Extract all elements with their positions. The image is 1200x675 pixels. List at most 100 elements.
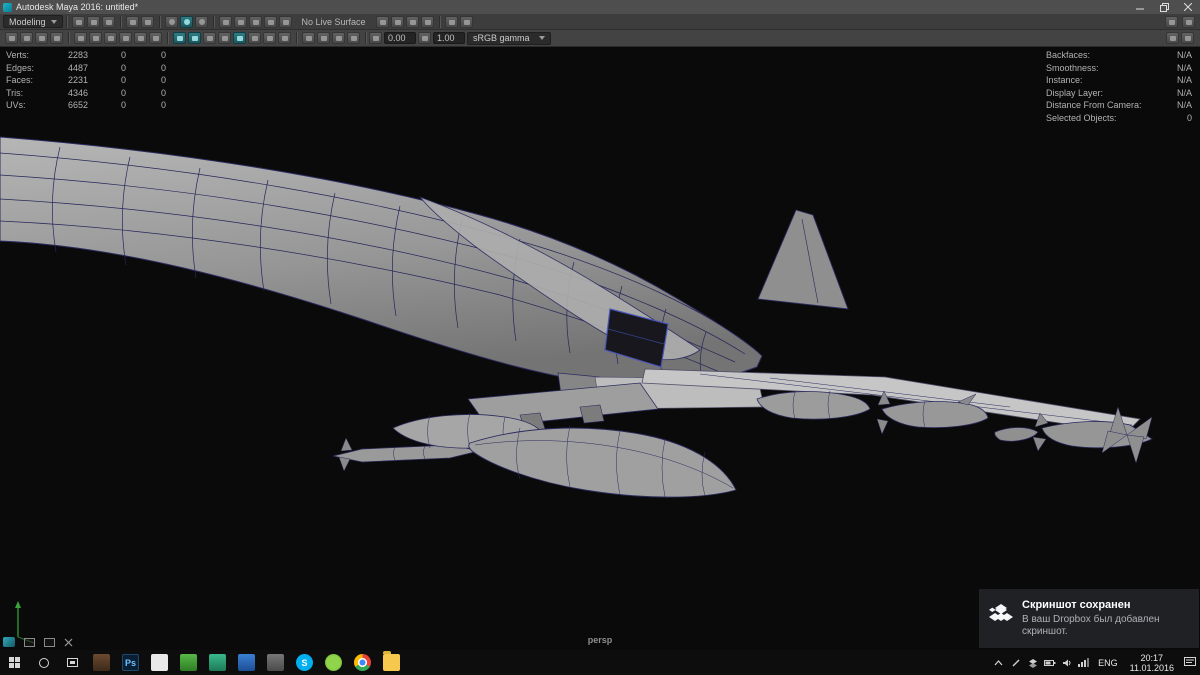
taskbar-clock[interactable]: 20:17 11.01.2016 [1124,653,1180,673]
snap-to-curve-icon[interactable] [233,15,247,28]
taskbar-app-1[interactable] [87,650,116,675]
layout-pane-icon[interactable] [44,637,55,647]
restore-button[interactable] [1152,0,1176,14]
sidebar-toggle-icon[interactable] [1165,15,1178,28]
grid-toggle-icon[interactable] [119,32,132,44]
use-all-lights-icon[interactable] [218,32,231,44]
make-live-icon[interactable] [278,15,292,28]
hud-row: Selected Objects: 0 [1046,112,1192,123]
snap-to-plane-icon[interactable] [263,15,277,28]
search-icon [38,657,49,668]
dropbox-notification[interactable]: Скриншот сохранен В ваш Dropbox был доба… [979,589,1199,648]
wireframe-icon[interactable] [173,32,186,44]
start-button[interactable] [0,650,29,675]
taskbar-app-5[interactable] [203,650,232,675]
bookmark-icon[interactable] [50,32,63,44]
save-scene-icon[interactable] [101,15,115,28]
shadows-icon[interactable] [104,32,117,44]
ipr-render-icon[interactable] [420,15,434,28]
tray-battery-button[interactable] [1041,659,1058,667]
tray-pen-button[interactable] [1007,658,1024,668]
search-button[interactable] [29,650,58,675]
close-button[interactable] [1176,0,1200,14]
construction-history-icon[interactable] [375,15,389,28]
undo-icon[interactable] [125,15,139,28]
snap-to-grid-icon[interactable] [218,15,232,28]
app-icon-6 [238,654,255,671]
resolution-gate-icon[interactable] [149,32,162,44]
taskbar-app-4[interactable] [174,650,203,675]
separator [167,32,168,44]
minimize-button[interactable] [1128,0,1152,14]
language-indicator[interactable]: ENG [1092,658,1124,668]
camera-attributes-icon[interactable] [35,32,48,44]
tray-network-button[interactable] [1075,658,1092,667]
color-space-dropdown[interactable]: sRGB gamma [467,31,551,45]
taskbar-app-9[interactable] [319,650,348,675]
taskbar-app-explorer[interactable] [377,650,406,675]
snap-to-point-icon[interactable] [248,15,262,28]
depth-of-field-icon[interactable] [347,32,360,44]
hypershade-icon[interactable] [459,15,473,28]
open-scene-icon[interactable] [86,15,100,28]
default-material-icon[interactable] [263,32,276,44]
layout-pane-icon[interactable] [24,637,35,647]
channel-box-toggle-icon[interactable] [1166,32,1179,44]
render-current-frame-icon[interactable] [405,15,419,28]
redo-icon[interactable] [140,15,154,28]
task-view-button[interactable] [58,650,87,675]
taskbar-app-7[interactable] [261,650,290,675]
taskbar-app-6[interactable] [232,650,261,675]
select-by-object-icon[interactable] [179,15,193,28]
titlebar[interactable]: Autodesk Maya 2016: untitled* [0,0,1200,14]
status-line: Modeling No Live Surface [0,14,1200,30]
workspace-layout-icon[interactable] [1182,15,1195,28]
image-plane-icon[interactable] [74,32,87,44]
screen-space-ao-icon[interactable] [302,32,315,44]
tray-dropbox-button[interactable] [1024,658,1041,668]
show-hidden-icons-button[interactable] [990,659,1007,666]
multisample-aa-icon[interactable] [332,32,345,44]
exposure-icon[interactable] [369,32,382,44]
textured-icon[interactable] [203,32,216,44]
gamma-icon[interactable] [418,32,431,44]
taskbar-app-photoshop[interactable]: Ps [116,650,145,675]
lock-camera-icon[interactable] [20,32,33,44]
film-gate-icon[interactable] [134,32,147,44]
separator [119,15,121,28]
app-icon-4 [180,654,197,671]
wireframe-on-shaded-icon[interactable] [233,32,246,44]
exposure-field[interactable]: 0.00 [384,32,416,44]
render-settings-icon[interactable] [444,15,458,28]
attribute-editor-toggle-icon[interactable] [1181,32,1194,44]
close-icon[interactable] [64,638,73,647]
in-view-editor-icon[interactable] [3,637,15,647]
gamma-field[interactable]: 1.00 [433,32,465,44]
app-icon-5 [209,654,226,671]
hud-row: Edges: 4487 0 0 [6,62,166,73]
viewport-canvas[interactable] [0,47,1200,650]
tray-volume-button[interactable] [1058,658,1075,668]
select-by-hierarchy-icon[interactable] [164,15,178,28]
shaded-icon[interactable] [188,32,201,44]
clock-time: 20:17 [1140,652,1164,663]
pen-icon [1012,658,1020,667]
color-space-label: sRGB gamma [473,33,530,43]
motion-blur-icon[interactable] [317,32,330,44]
select-by-component-icon[interactable] [194,15,208,28]
aircraft-model[interactable] [0,136,1153,498]
skype-icon: S [296,654,313,671]
perspective-viewport[interactable]: Verts: 2283 0 0 Edges: 4487 0 0 Faces: 2… [0,47,1200,650]
taskbar-app-chrome[interactable] [348,650,377,675]
two-sided-lighting-icon[interactable] [89,32,102,44]
open-render-view-icon[interactable] [390,15,404,28]
menuset-dropdown[interactable]: Modeling [3,15,63,28]
action-center-button[interactable] [1180,657,1200,668]
isolate-select-icon[interactable] [278,32,291,44]
taskbar-app-skype[interactable]: S [290,650,319,675]
new-scene-icon[interactable] [71,15,85,28]
xray-icon[interactable] [248,32,261,44]
separator [212,15,214,28]
taskbar-app-3[interactable] [145,650,174,675]
select-camera-icon[interactable] [5,32,18,44]
